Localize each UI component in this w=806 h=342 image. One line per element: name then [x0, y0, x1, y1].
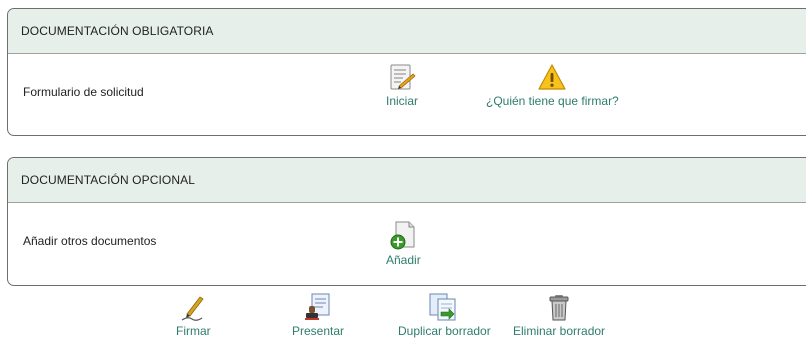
other-documents-label: Añadir otros documentos	[23, 234, 157, 248]
warning-icon	[538, 64, 566, 90]
who-signs-label: ¿Quién tiene que firmar?	[486, 94, 619, 108]
add-label: Añadir	[386, 253, 421, 267]
submit-label: Presentar	[292, 324, 345, 338]
application-form-label: Formulario de solicitud	[23, 85, 144, 99]
duplicate-document-icon	[429, 293, 456, 321]
application-form-row: Formulario de solicitud Iniciar ¿Quién t…	[8, 54, 806, 135]
add-button[interactable]: Añadir	[386, 219, 421, 267]
start-button[interactable]: Iniciar	[386, 62, 418, 108]
duplicate-draft-label: Duplicar borrador	[398, 324, 491, 338]
form-edit-icon	[390, 64, 416, 90]
who-signs-link[interactable]: ¿Quién tiene que firmar?	[486, 62, 619, 108]
trash-icon	[549, 295, 569, 321]
duplicate-draft-button[interactable]: Duplicar borrador	[398, 292, 491, 338]
sign-button[interactable]: Firmar	[176, 292, 211, 338]
stamp-document-icon	[305, 293, 330, 320]
mandatory-documents-title: DOCUMENTACIÓN OBLIGATORIA	[21, 24, 214, 38]
other-documents-row: Añadir otros documentos Añadir	[8, 203, 806, 285]
delete-draft-label: Eliminar borrador	[513, 324, 606, 338]
optional-documents-panel: DOCUMENTACIÓN OPCIONAL Añadir otros docu…	[7, 157, 806, 286]
pen-icon	[181, 296, 204, 321]
mandatory-documents-panel: DOCUMENTACIÓN OBLIGATORIA Formulario de …	[7, 8, 806, 136]
start-label: Iniciar	[386, 94, 419, 108]
add-document-icon	[390, 221, 415, 250]
sign-label: Firmar	[176, 324, 211, 338]
optional-documents-header: DOCUMENTACIÓN OPCIONAL	[8, 158, 806, 203]
actions-toolbar: Firmar Presentar Duplicar borrador Elimi…	[0, 290, 806, 342]
optional-documents-title: DOCUMENTACIÓN OPCIONAL	[21, 173, 195, 187]
mandatory-documents-header: DOCUMENTACIÓN OBLIGATORIA	[8, 9, 806, 54]
submit-button[interactable]: Presentar	[292, 292, 344, 338]
delete-draft-button[interactable]: Eliminar borrador	[513, 292, 605, 338]
